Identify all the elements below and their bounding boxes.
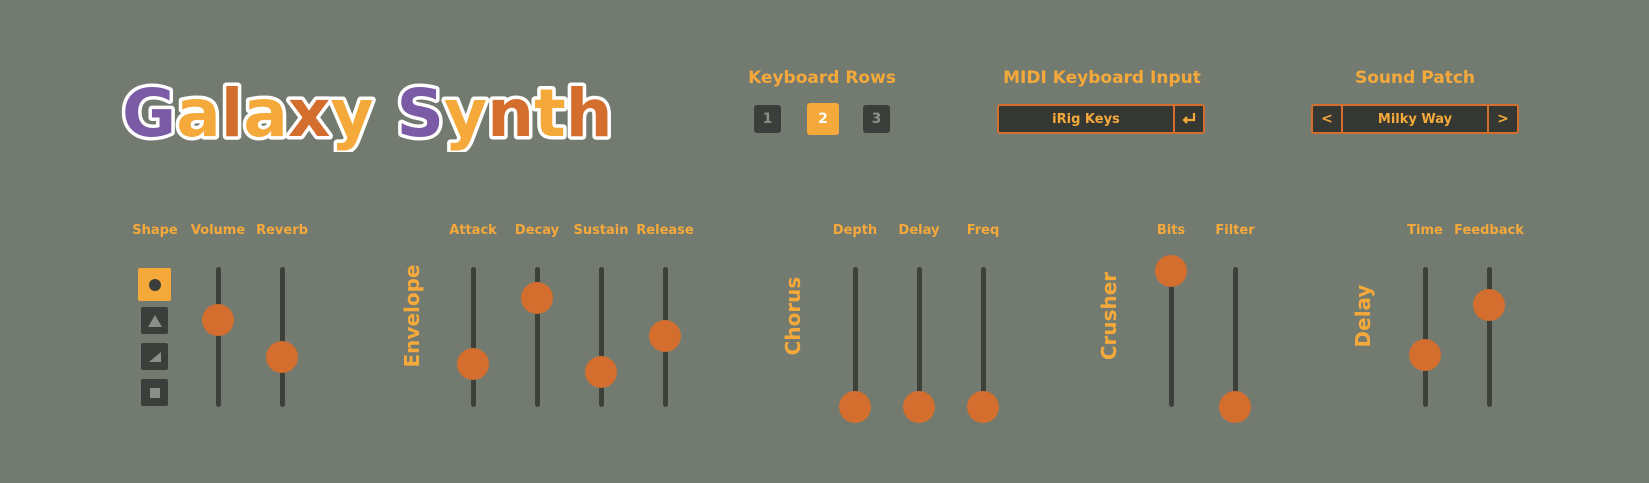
reverb-label: Reverb (256, 223, 308, 238)
volume-slider-thumb[interactable] (202, 304, 234, 337)
shape-sawtooth-button[interactable] (141, 343, 168, 370)
freq-slider-thumb[interactable] (967, 391, 999, 423)
volume-slider-track[interactable] (215, 267, 221, 407)
sawtooth-icon (148, 351, 161, 362)
delay-section-label: Delay (1351, 284, 1375, 348)
attack-slider-thumb[interactable] (457, 347, 489, 380)
shape-square-button[interactable] (141, 379, 168, 406)
circle-icon (148, 278, 161, 291)
next-patch-button[interactable]: > (1487, 106, 1517, 132)
keyboard-rows-label: Keyboard Rows (748, 68, 896, 88)
filter-label: Filter (1215, 223, 1255, 238)
freq-label: Freq (966, 223, 1000, 238)
attack-slider-track[interactable] (470, 267, 476, 407)
delay-slider-thumb[interactable] (903, 391, 935, 423)
reverb-slider-track[interactable] (279, 267, 285, 407)
bits-slider-track[interactable] (1168, 267, 1174, 407)
return-icon[interactable] (1173, 106, 1203, 132)
shape-circle-button[interactable] (138, 268, 171, 301)
feedback-slider-thumb[interactable] (1473, 288, 1505, 321)
sustain-slider-thumb[interactable] (585, 356, 617, 388)
sound-patch-selector: < Milky Way > (1311, 104, 1519, 134)
keyboard-row-2-button[interactable]: 2 (807, 103, 839, 135)
square-icon (149, 387, 160, 398)
filter-slider-thumb[interactable] (1219, 391, 1251, 423)
filter-slider-track[interactable] (1232, 267, 1238, 407)
depth-slider-thumb[interactable] (839, 391, 871, 423)
midi-input-select[interactable]: iRig Keys (997, 104, 1205, 134)
time-slider-thumb[interactable] (1409, 339, 1441, 372)
keyboard-row-3-button[interactable]: 3 (863, 105, 890, 133)
release-slider-thumb[interactable] (649, 319, 681, 352)
freq-slider-track[interactable] (980, 267, 986, 407)
midi-input-label: MIDI Keyboard Input (1003, 68, 1201, 88)
svg-text:Galaxy Synth: Galaxy Synth (122, 75, 613, 152)
bits-slider-thumb[interactable] (1155, 255, 1187, 288)
delay-slider-track[interactable] (916, 267, 922, 407)
shape-triangle-button[interactable] (141, 307, 168, 334)
feedback-label: Feedback (1454, 223, 1524, 238)
midi-input-value[interactable]: iRig Keys (999, 106, 1173, 132)
decay-slider-thumb[interactable] (521, 281, 553, 314)
time-slider-track[interactable] (1422, 267, 1428, 407)
chorus-section-label: Chorus (781, 276, 805, 356)
sound-patch-value: Milky Way (1377, 111, 1453, 127)
depth-slider-track[interactable] (852, 267, 858, 407)
triangle-icon (147, 314, 162, 327)
reverb-slider-thumb[interactable] (266, 340, 298, 373)
sound-patch-label: Sound Patch (1355, 68, 1475, 88)
galaxy-synth-logo: Galaxy Synth Galaxy Synth (119, 72, 617, 152)
envelope-section-label: Envelope (400, 264, 424, 368)
keyboard-row-1-button[interactable]: 1 (754, 105, 781, 133)
release-label: Release (636, 223, 694, 238)
prev-patch-button[interactable]: < (1313, 106, 1343, 132)
crusher-section-label: Crusher (1097, 271, 1121, 361)
